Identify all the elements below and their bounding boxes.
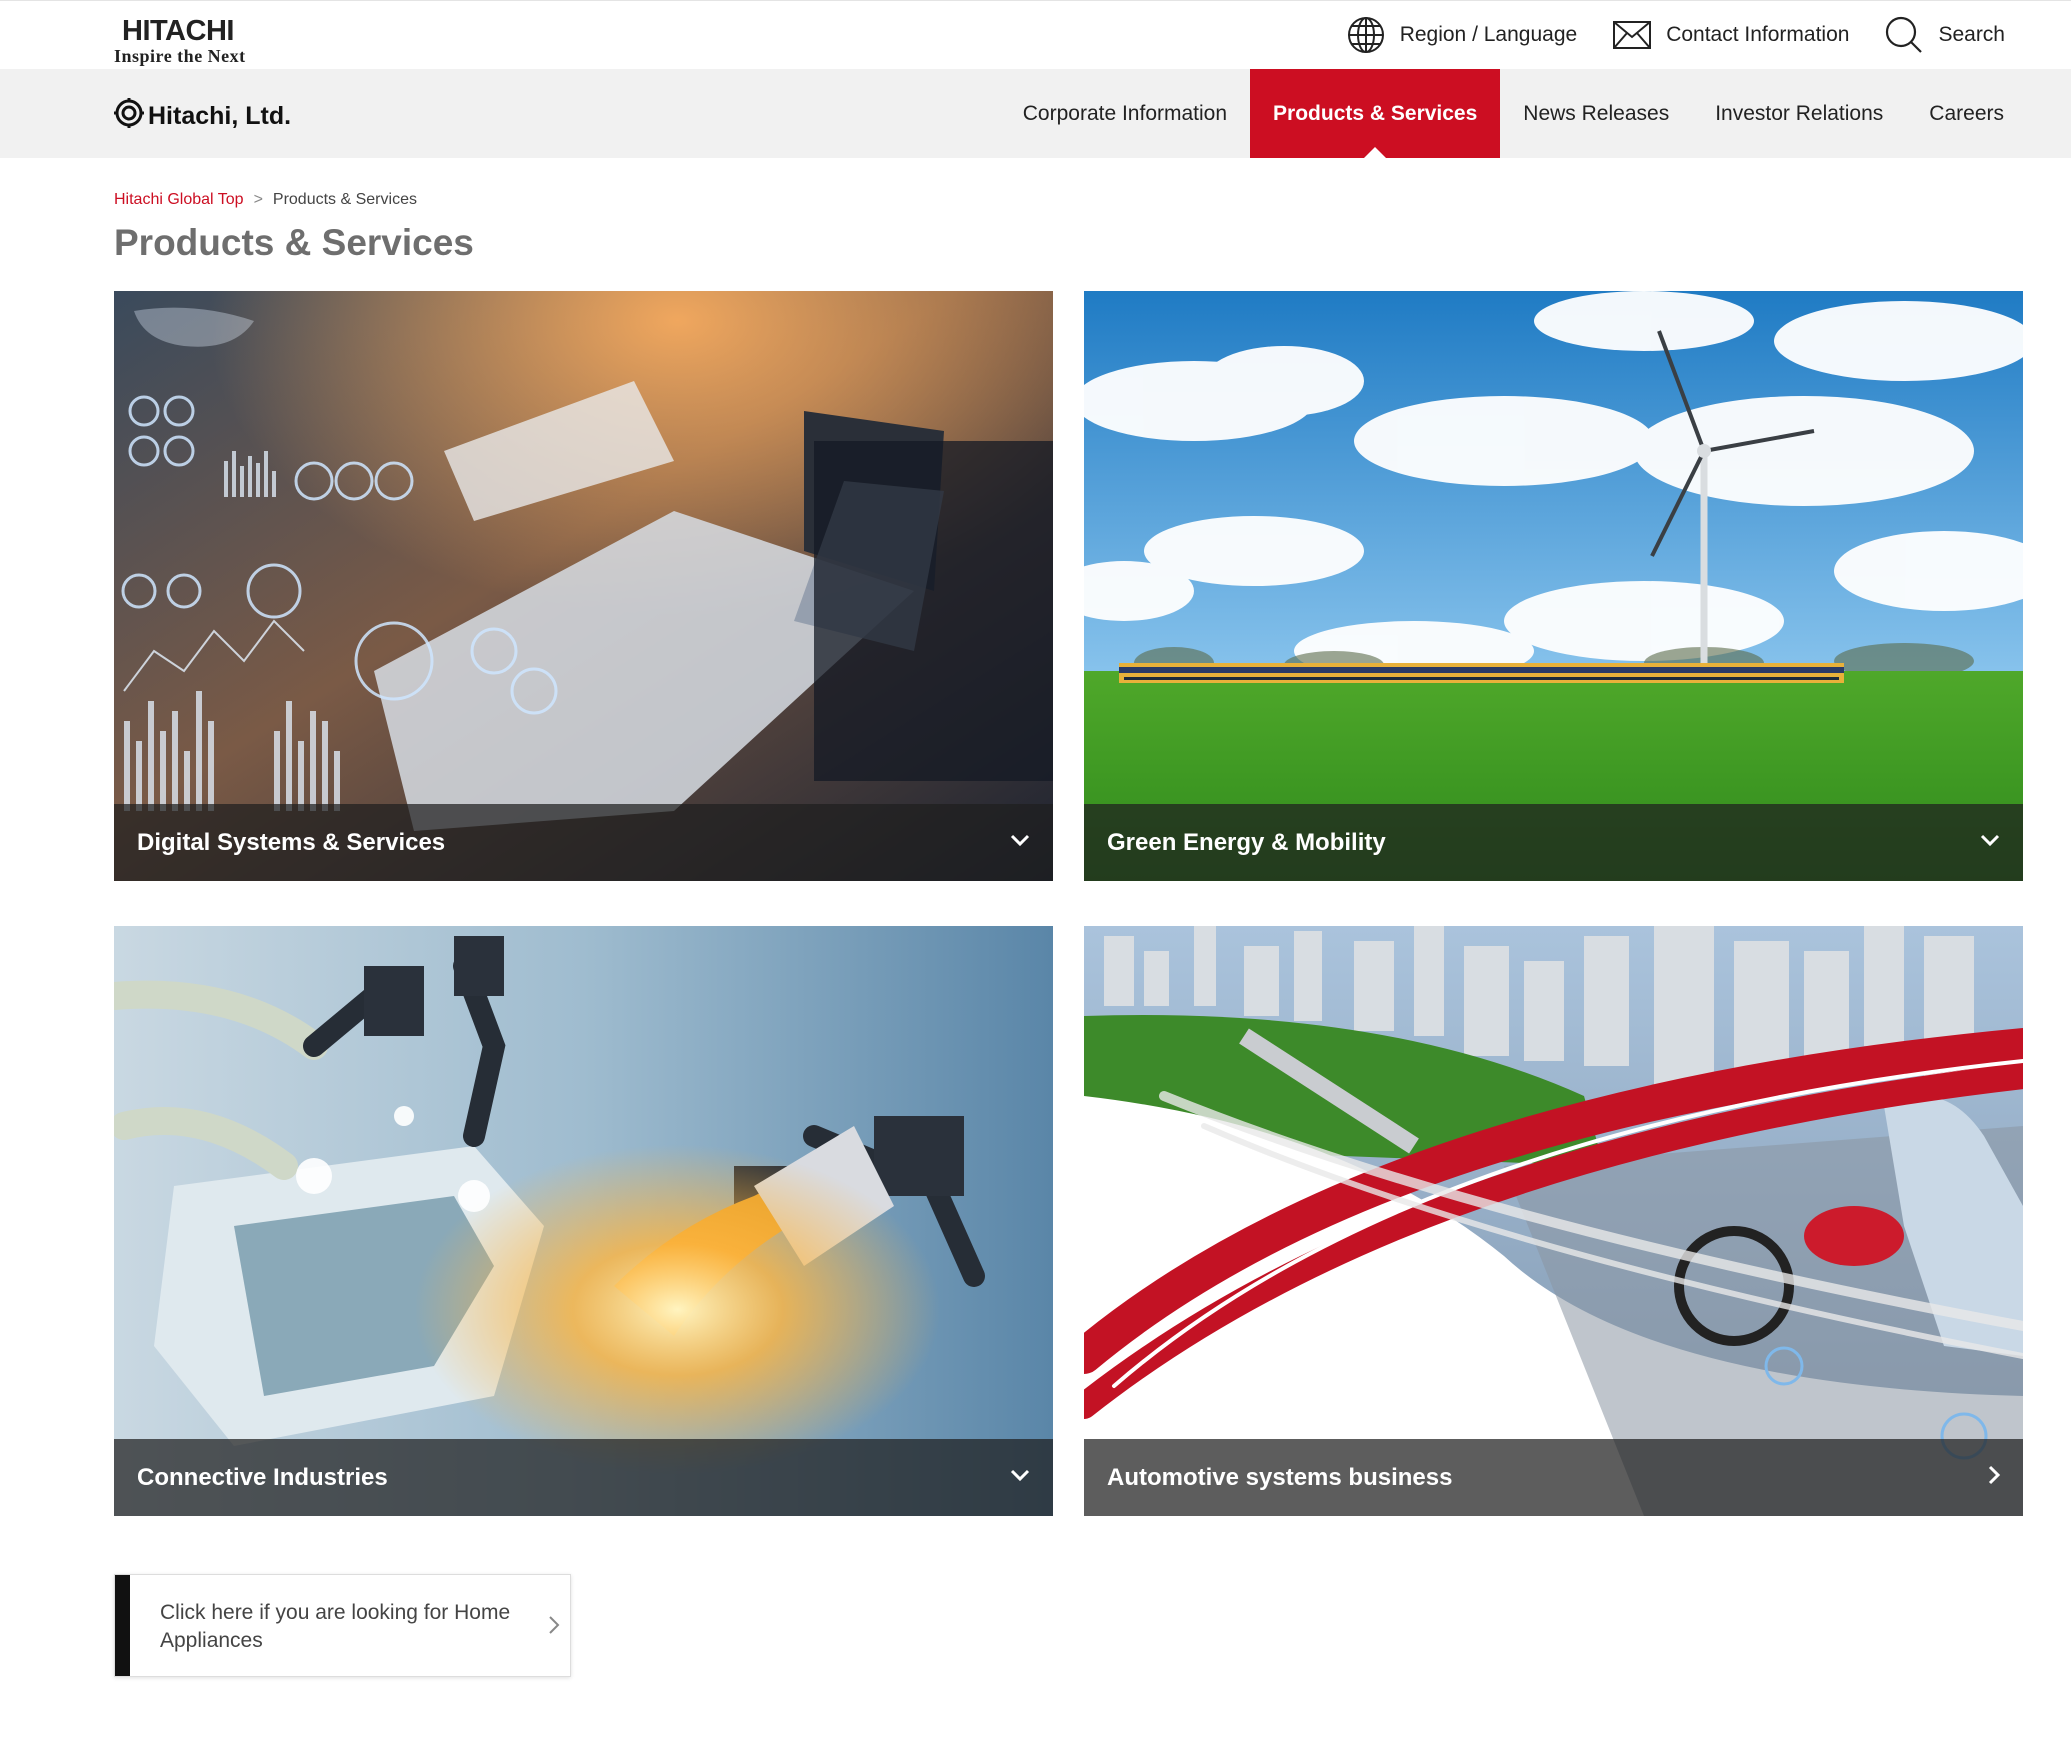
- tile-green-energy-mobility[interactable]: Green Energy & Mobility: [1084, 291, 2023, 881]
- mail-icon: [1613, 21, 1652, 49]
- search-link[interactable]: Search: [1885, 16, 2005, 54]
- breadcrumb-home-link[interactable]: Hitachi Global Top: [114, 191, 244, 209]
- tile-label: Automotive systems business: [1107, 1463, 1453, 1491]
- nav-products-services[interactable]: Products & Services: [1250, 69, 1501, 158]
- chevron-right-icon[interactable]: [1987, 1464, 2001, 1491]
- chevron-down-icon[interactable]: [1979, 833, 2001, 852]
- nav-careers[interactable]: Careers: [1906, 69, 2027, 158]
- chevron-down-icon[interactable]: [1009, 1468, 1031, 1487]
- brand-name: Hitachi, Ltd.: [148, 102, 292, 130]
- tile-caption-bar: Green Energy & Mobility: [1084, 804, 2023, 881]
- tile-caption-bar: Automotive systems business: [1084, 1439, 2023, 1516]
- main-nav: Hitachi, Ltd. Corporate Information Prod…: [0, 69, 2071, 158]
- home-appliances-text: Click here if you are looking for Home A…: [160, 1601, 511, 1652]
- top-bar: HITACHI Inspire the Next Region / Langua…: [0, 0, 2071, 69]
- globe-icon: [1347, 16, 1385, 54]
- nav-news-releases[interactable]: News Releases: [1500, 69, 1692, 158]
- breadcrumb: Hitachi Global Top > Products & Services: [114, 191, 417, 209]
- page-title: Products & Services: [114, 222, 474, 263]
- logo-wordmark: HITACHI: [122, 15, 234, 47]
- contact-information-link[interactable]: Contact Information: [1613, 21, 1849, 49]
- tile-label: Green Energy & Mobility: [1107, 828, 1386, 856]
- region-language-link[interactable]: Region / Language: [1347, 16, 1578, 54]
- search-label: Search: [1938, 23, 2005, 46]
- home-appliances-link[interactable]: Click here if you are looking for Home A…: [114, 1574, 571, 1677]
- tile-connective-industries[interactable]: Connective Industries: [114, 926, 1053, 1516]
- nav-links: Corporate Information Products & Service…: [1000, 69, 2027, 158]
- nav-investor-relations[interactable]: Investor Relations: [1692, 69, 1906, 158]
- tile-label: Connective Industries: [137, 1463, 388, 1491]
- digital-systems-photo: [114, 291, 1053, 881]
- contact-information-label: Contact Information: [1666, 23, 1850, 46]
- chevron-right-icon: [548, 1615, 560, 1640]
- search-icon: [1885, 16, 1923, 54]
- tile-caption-bar: Digital Systems & Services: [114, 804, 1053, 881]
- connective-industries-photo: [114, 926, 1053, 1516]
- breadcrumb-separator: >: [253, 191, 263, 208]
- automotive-photo: [1084, 926, 2023, 1516]
- logo-tagline: Inspire the Next: [114, 46, 246, 66]
- card-accent-bar: [115, 1575, 130, 1676]
- nav-corporate-information[interactable]: Corporate Information: [1000, 69, 1250, 158]
- hitachi-mark-icon: [114, 98, 144, 135]
- tile-digital-systems-services[interactable]: Digital Systems & Services: [114, 291, 1053, 881]
- utility-links: Region / Language Contact Information Se…: [1347, 15, 2005, 55]
- tile-label: Digital Systems & Services: [137, 828, 446, 856]
- breadcrumb-current: Products & Services: [272, 191, 417, 208]
- tile-caption-bar: Connective Industries: [114, 1439, 1053, 1516]
- region-language-label: Region / Language: [1399, 23, 1578, 46]
- green-energy-photo: [1084, 291, 2023, 881]
- brand-home-link[interactable]: Hitachi, Ltd.: [114, 98, 291, 135]
- hitachi-logo[interactable]: HITACHI Inspire the Next: [114, 13, 264, 66]
- tile-automotive-systems-business[interactable]: Automotive systems business: [1084, 926, 2023, 1516]
- chevron-down-icon[interactable]: [1009, 833, 1031, 852]
